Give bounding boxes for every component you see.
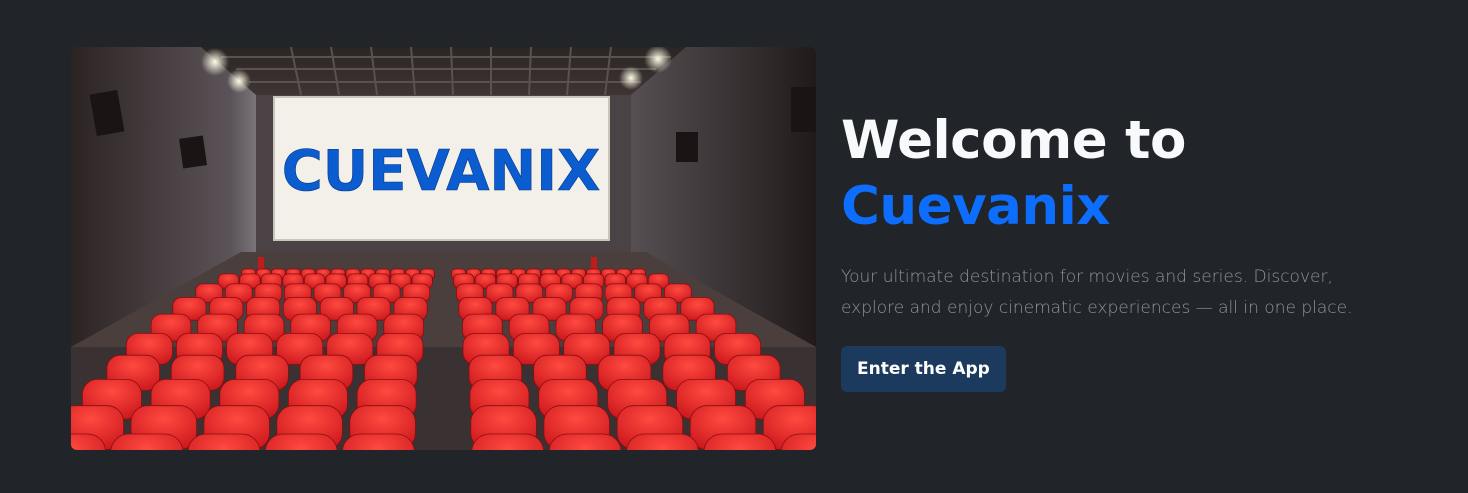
cinema-seat (342, 433, 415, 450)
cinema-seat (703, 433, 777, 450)
cinema-seat (187, 433, 261, 450)
cinema-seat (471, 433, 544, 450)
hero-title: Welcome to Cuevanix (841, 108, 1401, 240)
hero-content: Welcome to Cuevanix Your ultimate destin… (841, 108, 1401, 392)
cinema-hall-image: CUEVANIX (71, 47, 816, 450)
cinema-seat (548, 433, 622, 450)
cinema-seat (110, 433, 184, 450)
hero-section: CUEVANIX Welcome to Cuevanix Your ultima… (0, 0, 1468, 493)
enter-app-button[interactable]: Enter the App (841, 346, 1006, 392)
brand-name: Cuevanix (841, 176, 1110, 237)
hero-title-line: Welcome to (841, 110, 1186, 171)
cinema-seat (626, 433, 699, 450)
cinema-seat (264, 433, 338, 450)
hero-tagline: Your ultimate destination for movies and… (841, 267, 1353, 318)
screen-logo-text: CUEVANIX (282, 139, 601, 204)
